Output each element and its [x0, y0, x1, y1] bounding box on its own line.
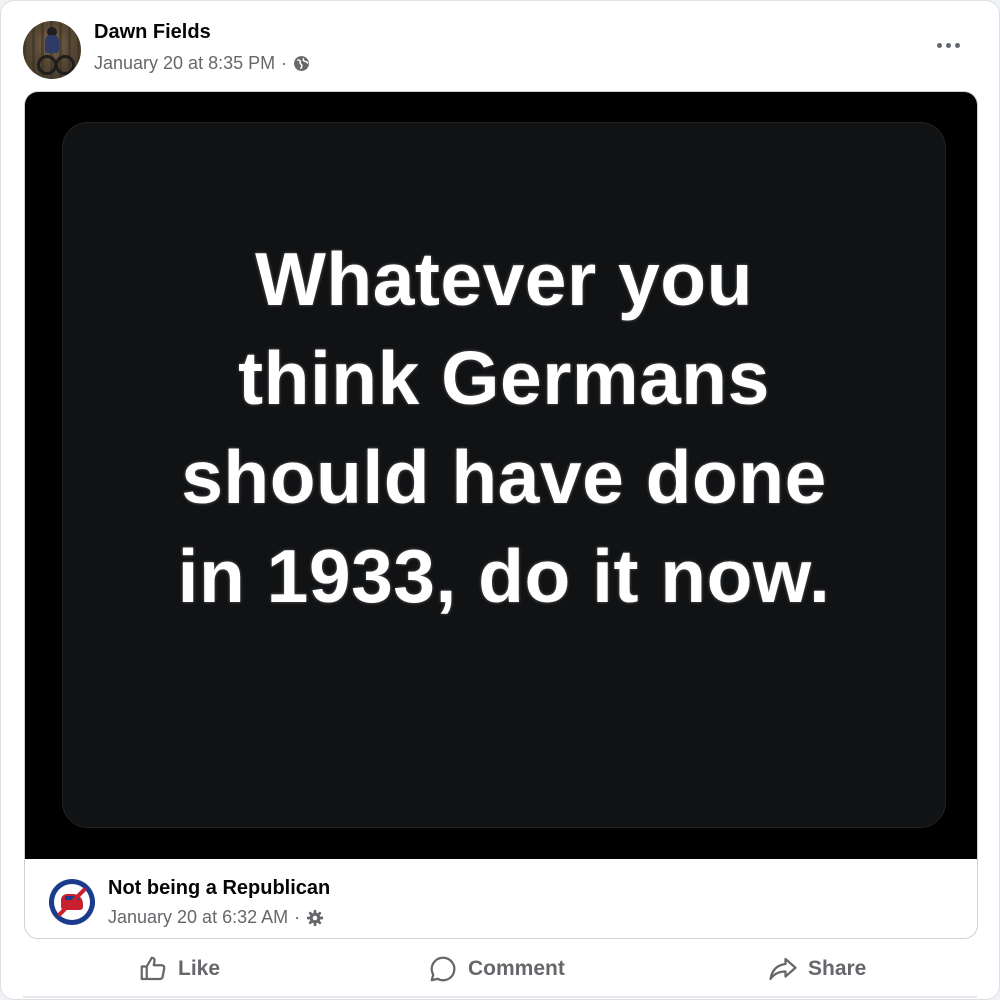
like-label: Like: [178, 957, 221, 980]
shared-source: Not being a Republican January 20 at 6:3…: [25, 859, 977, 938]
like-button[interactable]: Like: [138, 941, 220, 997]
author-name[interactable]: Dawn Fields: [94, 21, 211, 44]
meta-separator: ·: [294, 907, 301, 927]
page-timestamp[interactable]: January 20 at 6:32 AM: [108, 907, 288, 928]
thumbs-up-icon: [140, 956, 166, 981]
comment-icon: [430, 956, 456, 982]
comment-button[interactable]: Comment: [428, 941, 565, 997]
page-meta: January 20 at 6:32 AM ·: [108, 907, 324, 928]
quote-line: think Germans: [238, 335, 770, 420]
share-icon: [769, 957, 797, 981]
post-meta: January 20 at 8:35 PM ·: [94, 53, 310, 74]
share-button[interactable]: Share: [768, 941, 866, 997]
share-label: Share: [808, 957, 867, 980]
quote-line: Whatever you: [255, 236, 753, 321]
comment-label: Comment: [468, 957, 565, 980]
globe-icon[interactable]: [293, 55, 310, 72]
page-avatar[interactable]: [49, 879, 95, 925]
feed-post: Dawn Fields January 20 at 8:35 PM · What…: [0, 0, 1000, 1000]
more-options-button[interactable]: [933, 35, 963, 55]
divider: [23, 996, 977, 998]
author-avatar[interactable]: [23, 21, 81, 79]
gear-icon[interactable]: [306, 909, 324, 927]
shared-image[interactable]: Whatever you think Germans should have d…: [25, 92, 977, 859]
quote-line: should have done: [181, 434, 827, 519]
post-timestamp[interactable]: January 20 at 8:35 PM: [94, 53, 275, 74]
page-name[interactable]: Not being a Republican: [108, 877, 330, 900]
quote-card: Whatever you think Germans should have d…: [62, 122, 946, 828]
post-header: Dawn Fields January 20 at 8:35 PM ·: [23, 19, 977, 81]
quote-line: in 1933, do it now.: [177, 533, 831, 618]
quote-text: Whatever you think Germans should have d…: [178, 230, 831, 626]
post-actions: Like Comment Share: [1, 941, 1000, 999]
shared-post-card[interactable]: Whatever you think Germans should have d…: [24, 91, 978, 939]
meta-separator: ·: [281, 53, 288, 73]
